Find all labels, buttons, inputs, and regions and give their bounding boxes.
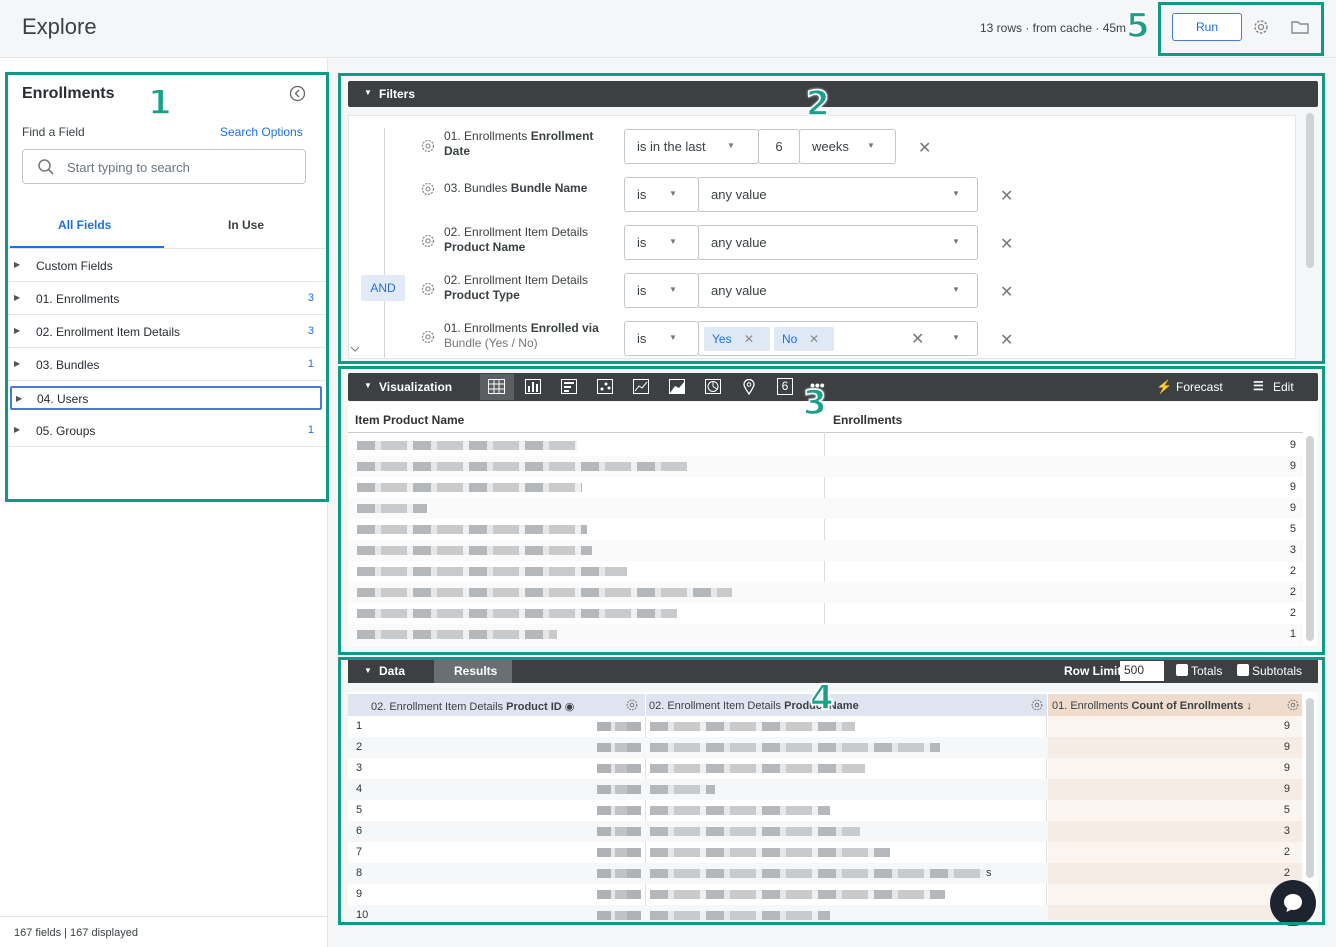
query-status: 13 rows · from cache · 45m bbox=[980, 21, 1127, 35]
annotation-badge-2: 2 bbox=[805, 84, 830, 124]
annotation-badge-4: 4 bbox=[809, 678, 834, 718]
annotation-badge-5: 5 bbox=[1125, 6, 1150, 46]
highlight-box-2 bbox=[338, 73, 1325, 364]
highlight-box-5 bbox=[1158, 2, 1324, 56]
annotation-badge-1: 1 bbox=[147, 83, 172, 123]
footer-divider bbox=[0, 916, 328, 917]
field-count: 167 fields | 167 displayed bbox=[14, 927, 138, 939]
annotation-badge-3: 3 bbox=[802, 383, 827, 423]
highlight-box-3 bbox=[338, 366, 1325, 655]
page-title: Explore bbox=[22, 14, 97, 39]
highlight-box-1 bbox=[5, 72, 329, 502]
